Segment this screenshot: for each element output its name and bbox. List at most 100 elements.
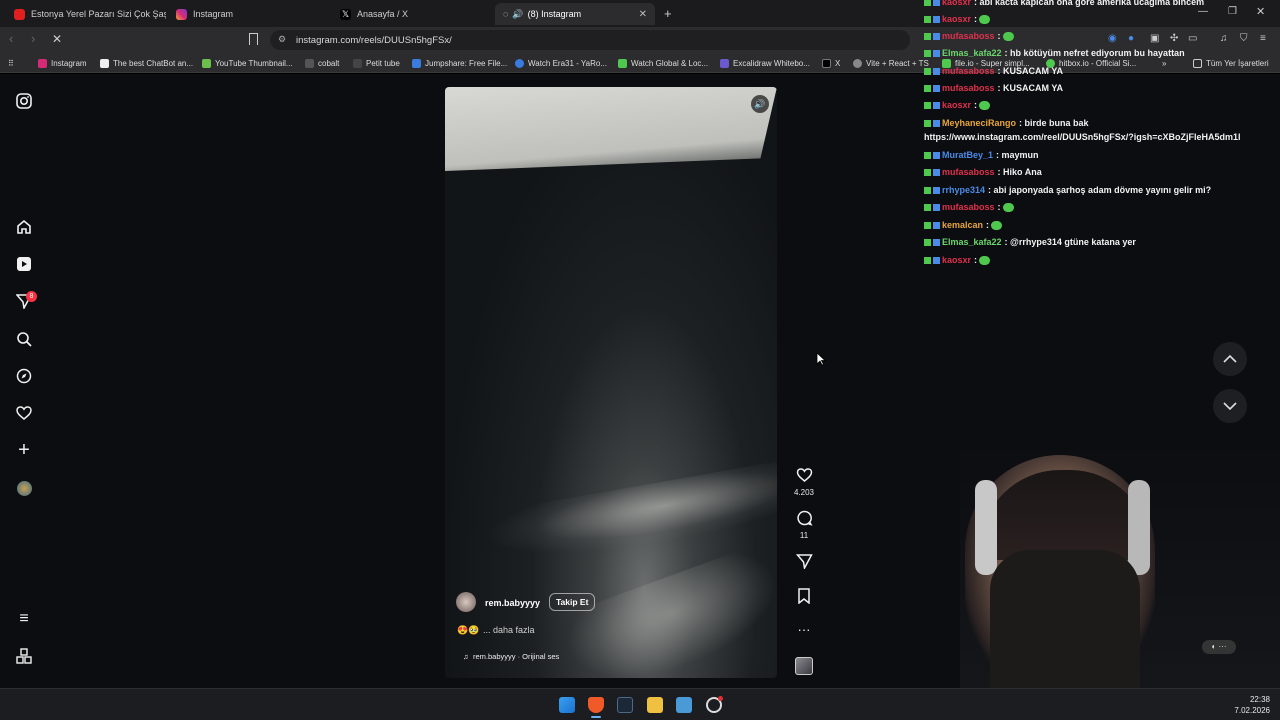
chat-badge-icon	[924, 84, 931, 92]
watch-icon	[515, 58, 524, 68]
instagram-sidebar: 8 + ≡	[0, 74, 48, 688]
forward-button[interactable]: ›	[31, 31, 35, 46]
chat-username: kaosxr	[942, 100, 972, 110]
webcam-shirt-shape	[990, 550, 1140, 688]
chat-message: kemalcan:	[924, 220, 1003, 230]
bookmark-label: Jumpshare: Free File...	[425, 58, 508, 68]
bookmark-item[interactable]: Vite + React + TS	[853, 56, 929, 70]
chat-badge-icon	[933, 15, 940, 23]
back-button[interactable]: ‹	[9, 31, 13, 46]
explore-compass-icon[interactable]	[14, 366, 34, 386]
x-logo-icon	[822, 58, 831, 68]
like-heart-icon[interactable]	[793, 467, 815, 488]
audio-thumbnail[interactable]	[795, 657, 813, 675]
instagram-logo-icon[interactable]	[14, 91, 34, 111]
audio-playing-icon[interactable]: 🔊	[512, 9, 523, 20]
chat-message: kaosxr:	[924, 100, 991, 110]
stop-loading-button[interactable]: ✕	[52, 32, 62, 46]
caption-more-link[interactable]: ... daha fazla	[483, 625, 535, 635]
chat-badge-icon	[933, 0, 940, 6]
bookmark-item[interactable]: Jumpshare: Free File...	[412, 56, 507, 70]
bookmark-item[interactable]: The best ChatBot an...	[100, 56, 193, 70]
chat-message: rrhype314: abi japonyada şarhoş adam döv…	[924, 185, 1211, 195]
bookmark-item[interactable]: Watch Era31 - YaRo...	[515, 56, 607, 70]
next-reel-button[interactable]	[1213, 389, 1247, 423]
chat-text: : KUSACAM YA	[997, 83, 1064, 93]
bookmark-item[interactable]: Excalidraw Whitebo...	[720, 56, 810, 70]
chat-text: : hb kötüyüm nefret ediyorum bu hayattan	[1004, 48, 1185, 58]
sound-toggle-icon[interactable]: 🔊	[751, 95, 769, 113]
steam-icon[interactable]	[617, 697, 633, 713]
globe-icon	[853, 58, 862, 68]
bookmark-item[interactable]: YouTube Thumbnail...	[202, 56, 293, 70]
windows-start-icon[interactable]	[559, 697, 575, 713]
bookmark-label: Excalidraw Whitebo...	[733, 58, 810, 68]
chat-message: mufasaboss: KUSACAM YA	[924, 83, 1063, 93]
chat-text: :	[986, 220, 990, 230]
address-bar[interactable]: ⚙ instagram.com/reels/DUUSn5hgFSx/	[270, 30, 910, 50]
system-clock[interactable]: 22:38 7.02.2026	[1234, 694, 1270, 716]
share-send-icon[interactable]	[793, 553, 815, 574]
create-plus-icon[interactable]: +	[14, 439, 34, 461]
chat-badge-icon	[924, 151, 931, 159]
audio-attribution[interactable]: rem.babyyyy · Orijinal ses	[473, 652, 559, 661]
headphone-right-shape	[1128, 480, 1150, 575]
chat-message: MuratBey_1: maymun	[924, 150, 1039, 160]
instagram-icon	[176, 8, 187, 20]
chat-badge-icon	[924, 15, 931, 23]
bookmark-item[interactable]: cobalt	[305, 56, 339, 70]
heart-notifications-icon[interactable]	[14, 403, 34, 423]
app-notification-dot	[718, 696, 723, 701]
file-explorer-icon[interactable]	[647, 697, 663, 713]
bookmark-label: Watch Era31 - YaRo...	[528, 58, 607, 68]
home-icon[interactable]	[14, 217, 34, 237]
site-info-icon[interactable]: ⚙	[278, 34, 286, 45]
reels-icon[interactable]	[14, 254, 34, 274]
loading-icon: ◌	[503, 9, 509, 19]
chat-username: Elmas_kafa22	[942, 237, 1002, 247]
headphone-left-shape	[975, 480, 997, 575]
tab-x-home[interactable]: 𝕏 Anasayfa / X	[332, 3, 492, 25]
save-bookmark-icon[interactable]	[793, 588, 815, 609]
profile-avatar[interactable]	[14, 478, 34, 498]
chat-emote-icon	[991, 220, 1003, 230]
bookmark-item[interactable]: Petit tube	[353, 56, 400, 70]
close-tab-icon[interactable]: ✕	[639, 9, 647, 20]
chat-text: : maymun	[996, 150, 1039, 160]
tab-estonya[interactable]: Estonya Yerel Pazarı Sizi Çok Şaşırtacak	[6, 3, 166, 25]
bookmark-item[interactable]: X	[822, 56, 840, 70]
search-icon[interactable]	[14, 329, 34, 349]
tab-instagram[interactable]: Instagram	[168, 3, 330, 25]
chat-badge-icon	[933, 151, 940, 159]
chat-badge-icon	[924, 238, 931, 246]
bookmark-item[interactable]: Watch Global & Loc...	[618, 56, 708, 70]
chat-text: : abi japonyada şarhoş adam dövme yayını…	[988, 185, 1212, 195]
previous-reel-button[interactable]	[1213, 342, 1247, 376]
bookmark-page-icon[interactable]	[249, 33, 258, 45]
bookmark-item[interactable]: Instagram	[38, 56, 87, 70]
mail-icon[interactable]	[676, 697, 692, 713]
chat-username: mufasaboss	[942, 66, 995, 76]
comment-count: 11	[799, 531, 809, 540]
video-frame-content	[445, 87, 777, 171]
chat-badge-icon	[933, 119, 940, 127]
more-options-icon[interactable]: ···	[793, 622, 815, 637]
brave-browser-icon[interactable]	[588, 697, 604, 713]
meta-threads-icon[interactable]	[14, 646, 34, 666]
chat-message: mufasaboss:	[924, 31, 1014, 41]
tab-instagram-active[interactable]: ◌ 🔊 (8) Instagram ✕	[495, 3, 655, 25]
author-avatar[interactable]	[456, 592, 476, 612]
chat-badge-icon	[933, 221, 940, 229]
author-username[interactable]: rem.babyyyy	[485, 598, 540, 608]
bookmark-label: Vite + React + TS	[866, 58, 929, 68]
chat-badge-icon	[924, 0, 931, 6]
more-menu-icon[interactable]: ≡	[14, 609, 34, 629]
comment-icon[interactable]	[793, 510, 815, 531]
apps-grid-icon[interactable]: ⠿	[8, 56, 14, 70]
new-tab-button[interactable]: +	[664, 6, 672, 21]
reel-video[interactable]: 🔊 rem.babyyyy Takip Et 😍🥹 ... daha fazla…	[445, 87, 777, 678]
chat-username: MeyhaneciRango	[942, 118, 1017, 128]
mouse-cursor-icon	[816, 352, 827, 371]
follow-button[interactable]: Takip Et	[549, 593, 596, 611]
chat-emote-icon	[1002, 202, 1014, 212]
